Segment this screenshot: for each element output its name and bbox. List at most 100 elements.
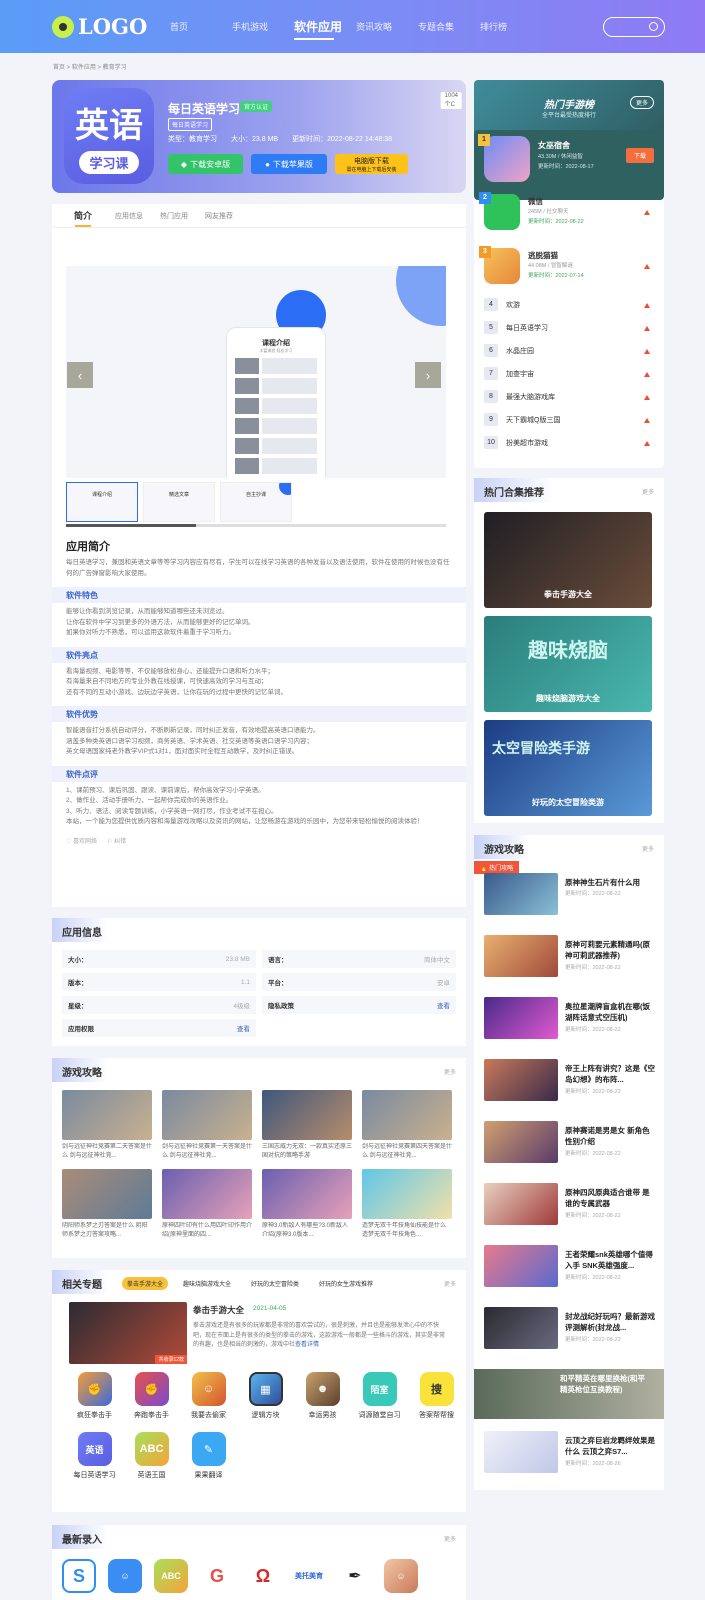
rank-item-2[interactable]: 2 微信 245M / 社交聊天 更新时间：2022-08-22 (474, 192, 664, 242)
download-ios-button[interactable]: ● 下载苹果版 (251, 154, 327, 174)
app-item[interactable]: ✊ 奔跑拳击手 (123, 1372, 180, 1420)
rank-item[interactable]: 8 最强大脑游戏库 (474, 386, 664, 409)
latest-title: 最新录入 (52, 1525, 108, 1549)
guide-item[interactable]: 原神赛诺是男是女 新角色性别介绍 更新时间：2022-08-22 (484, 1121, 656, 1169)
tab-intro[interactable]: 简介 (74, 209, 92, 227)
app-icon[interactable]: 美托美育 (292, 1559, 326, 1593)
strategy-thumbnail (162, 1169, 252, 1219)
rank-item[interactable]: 9 天下霸城Q版三国 (474, 409, 664, 432)
guides-more-link[interactable]: 更多 (642, 844, 654, 853)
collection-card[interactable]: 趣味烧脑 趣味烧脑游戏大全 (484, 616, 652, 712)
guide-item[interactable]: 王者荣耀snk英雄哪个值得入手 SNK英雄强度... 更新时间：2022-08-2… (484, 1245, 656, 1293)
gallery-prev-button[interactable]: ‹ (67, 362, 93, 388)
download-android-button[interactable]: ◆ 下载安卓版 (168, 154, 243, 174)
app-item[interactable]: ABC 英语王国 (123, 1432, 180, 1480)
collections-more-link[interactable]: 更多 (642, 487, 654, 496)
app-item[interactable]: 英语 每日英语学习 (66, 1432, 123, 1480)
app-icon[interactable]: ✒ (338, 1559, 372, 1593)
strategy-more-link[interactable]: 更多 (444, 1067, 456, 1076)
topic-tab[interactable]: 好玩的太空冒险类 (246, 1277, 304, 1290)
topic-tab[interactable]: 好玩的女生游戏推荐 (314, 1277, 378, 1290)
rank-date: 更新时间：2022-08-17 (538, 164, 594, 170)
nav-software[interactable]: 软件应用 (294, 18, 356, 40)
like-button[interactable]: ♡ 喜欢网络 (66, 836, 97, 845)
site-logo[interactable]: LOGO (52, 14, 147, 39)
app-tag[interactable]: 每日英语学习 (168, 118, 213, 131)
topic-cover[interactable]: 共收录12款 (69, 1302, 187, 1364)
rank-item-1[interactable]: 1 女巫宿舍 43.30M / 休闲益智 更新时间：2022-08-17 下载 (474, 130, 664, 200)
guide-item[interactable]: 原神可莉要元素精通吗(原神可莉武器推荐) 更新时间：2022-08-22 (484, 935, 656, 983)
app-item[interactable]: ✎ 果果翻译 (180, 1432, 237, 1480)
app-item[interactable]: ✊ 疯狂拳击手 (66, 1372, 123, 1420)
topic-more-link[interactable]: 更多 (444, 1279, 456, 1288)
strategy-item[interactable]: 原神3.0新敌人有哪些?3.0新敌人介绍(原神3.0版本... (262, 1169, 352, 1240)
app-item[interactable]: ☻ 幸运男孩 (294, 1372, 351, 1420)
strategy-item[interactable]: 剑与远征神社竞赛第二天答案是什么 剑与远征神社竞... (62, 1090, 152, 1161)
app-item[interactable]: 陌室 词源随堂自习 (351, 1372, 408, 1420)
rank-download-button[interactable]: 下载 (625, 148, 654, 163)
topic-tab[interactable]: 拳击手游大全 (122, 1277, 169, 1290)
guide-item[interactable]: 云顶之弈巨岩龙羁绊效果是什么 云顶之弈S7... 更新时间：2022-08-26 (484, 1431, 656, 1479)
breadcrumb[interactable]: 首页 > 软件应用 > 教育学习 (53, 62, 127, 71)
app-item[interactable]: ☺ 我要去偷家 (180, 1372, 237, 1420)
app-item[interactable]: ▦ 逻辑方块 (237, 1372, 294, 1420)
info-permissions[interactable]: 应用权限 查看 (62, 1019, 256, 1037)
topic-tab[interactable]: 趣味烧脑游戏大全 (178, 1277, 236, 1290)
rank-item-3[interactable]: 3 逃脱猫猫 44.08M / 冒智解谜 更新时间：2022-07-14 (474, 246, 664, 296)
ranking-more-button[interactable]: 更多 (629, 96, 654, 109)
rank-item[interactable]: 6 水晶庄园 (474, 340, 664, 363)
collection-card[interactable]: 拳击手游大全 (484, 512, 652, 608)
guide-item[interactable]: 奥拉星潮牌盲盒机在哪(饭湖阵话意式空压机) 更新时间：2022-08-22 (484, 997, 656, 1045)
report-button[interactable]: ⚐ 纠错 (107, 836, 126, 845)
strategy-item[interactable]: 三国志威力无双：一款真实还原三国对抗的策略手游 (262, 1090, 352, 1161)
app-icon[interactable]: S (62, 1559, 96, 1593)
gallery-slide: 课程介绍 丰富课程 轻松学习 (66, 266, 446, 478)
strategy-item[interactable]: 剑与远征神社竞赛第一天答案是什么 剑与远征神社竞... (162, 1090, 252, 1161)
guide-item[interactable]: 和平精英在哪里换枪(和平精英枪位互换教程) (474, 1369, 664, 1419)
info-privacy[interactable]: 隐私政策 查看 (262, 996, 456, 1014)
rank-item[interactable]: 7 加查宇宙 (474, 363, 664, 386)
gallery-next-button[interactable]: › (415, 362, 441, 388)
topic-read-more-link[interactable]: 查看详情 (295, 1342, 319, 1348)
thumbnail[interactable]: 自主抄课 (220, 482, 292, 522)
strategy-item[interactable]: 阴阳师系梦之刃答案是什么 阴阳师系梦之刃答案攻略... (62, 1169, 152, 1240)
app-icon[interactable]: ☺ (108, 1559, 142, 1593)
app-item[interactable]: 搜答案帮帮搜 (408, 1372, 465, 1420)
app-icon[interactable]: ABC (154, 1559, 188, 1593)
download-pc-button[interactable]: 电脑版下载 需在电脑上下载后安装 (335, 154, 408, 174)
search-input[interactable] (603, 17, 665, 37)
strategy-item[interactable]: 造梦无双千年技角仙技能是什么 造梦无双千年技角色... (362, 1169, 452, 1240)
tab-hot-apps[interactable]: 热门应用 (160, 211, 188, 221)
nav-guides[interactable]: 资讯攻略 (356, 20, 418, 40)
main-nav: 首页 手机游戏 软件应用 资讯攻略 专题合集 排行榜 (170, 20, 542, 40)
nav-mobile-games[interactable]: 手机游戏 (232, 20, 294, 40)
rank-item[interactable]: 5 每日英语学习 (474, 317, 664, 340)
guides-title: 游戏攻略 (474, 835, 530, 859)
app-icon[interactable]: Ω (246, 1559, 280, 1593)
tab-app-info[interactable]: 应用信息 (115, 211, 143, 221)
tab-recommend[interactable]: 网友推荐 (205, 211, 233, 221)
rank-item[interactable]: 10 扮美超市游戏 (474, 432, 664, 455)
guide-item[interactable]: 帝王上阵有讲究？这是《空岛幻想》的布阵... 更新时间：2022-08-22 (484, 1059, 656, 1107)
nav-topics[interactable]: 专题合集 (418, 20, 480, 40)
app-icon[interactable]: G (200, 1559, 234, 1593)
search-icon[interactable] (649, 22, 658, 31)
strategy-item[interactable]: 剑与远征神社竞赛第四天答案是什么 剑与远征神社竞... (362, 1090, 452, 1161)
latest-more-link[interactable]: 更多 (444, 1534, 456, 1543)
guide-item[interactable]: 原神四风原典适合谁带 是谁的专属武器 更新时间：2022-08-22 (484, 1183, 656, 1231)
rank-size: 44.08M / 冒智解谜 (528, 263, 573, 269)
gallery-scrollbar[interactable] (66, 524, 446, 527)
app-icon[interactable]: ☺ (384, 1559, 418, 1593)
topic-name[interactable]: 拳击手游大全 (193, 1304, 244, 1316)
thumbnail[interactable]: 课程介绍 (66, 482, 138, 522)
rank-item[interactable]: 4 欢游 (474, 294, 664, 317)
guide-item[interactable]: 原神神生石片有什么用 更新时间：2022-08-22 (484, 873, 656, 921)
nav-home[interactable]: 首页 (170, 20, 232, 40)
collection-card[interactable]: 太空冒险类手游 好玩的太空冒险类游 (484, 720, 652, 816)
intro-footer: ♡ 喜欢网络 ⚐ 纠错 (66, 836, 452, 845)
strategy-item[interactable]: 原神四叶印有什么用四叶印作用介绍(原神里面的四... (162, 1169, 252, 1240)
thumbnail[interactable]: 精选文章 (143, 482, 215, 522)
info-version: 版本： 1.1 (62, 973, 256, 991)
guide-item[interactable]: 封龙战纪好玩吗？最新游戏评测解析(封龙战... 更新时间：2022-08-22 (484, 1307, 656, 1355)
nav-ranking[interactable]: 排行榜 (480, 20, 542, 40)
